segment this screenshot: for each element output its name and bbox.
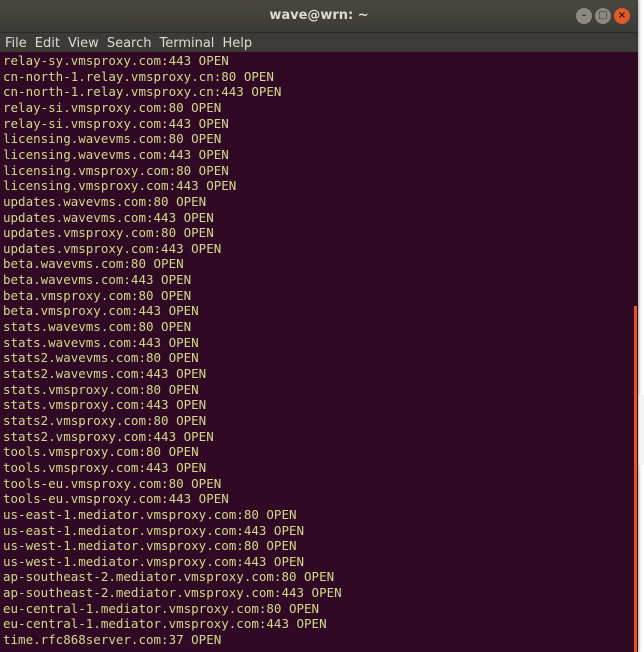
terminal-line: updates.vmsproxy.com:80 OPEN	[3, 225, 214, 241]
terminal-line: updates.wavevms.com:80 OPEN	[3, 193, 207, 209]
terminal-line: cn-north-1.relay.vmsproxy.cn:443 OPEN	[3, 84, 282, 100]
title-bar[interactable]: wave@wrn: ~ – □ ×	[0, 0, 638, 33]
terminal-line: eu-central-1.mediator.vmsproxy.com:80 OP…	[3, 600, 320, 616]
terminal-output[interactable]: relay-sy.vmsproxy.com:443 OPEN cn-north-1…	[0, 52, 634, 652]
terminal-line: beta.wavevms.com:443 OPEN	[3, 272, 192, 288]
terminal-line: updates.wavevms.com:443 OPEN	[3, 209, 214, 225]
terminal-line: licensing.vmsproxy.com:443 OPEN	[3, 178, 237, 194]
terminal-line: tools.vmsproxy.com:80 OPEN	[3, 444, 199, 460]
terminal-line: relay-si.vmsproxy.com:80 OPEN	[3, 99, 222, 115]
terminal-line: tools.vmsproxy.com:443 OPEN	[3, 459, 207, 475]
terminal-line: stats2.wavevms.com:443 OPEN	[3, 366, 207, 381]
terminal-line: us-east-1.mediator.vmsproxy.com:80 OPEN	[3, 506, 297, 522]
terminal-line: beta.vmsproxy.com:80 OPEN	[3, 287, 192, 303]
background-window-edge	[638, 395, 644, 465]
menu-file[interactable]: File	[1, 34, 31, 53]
terminal-line: us-west-1.mediator.vmsproxy.com:443 OPEN	[3, 553, 305, 569]
terminal-line: us-east-1.mediator.vmsproxy.com:443 OPEN	[3, 522, 305, 538]
terminal-line: tools-eu.vmsproxy.com:443 OPEN	[3, 491, 229, 507]
terminal-line: stats.wavevms.com:443 OPEN	[3, 334, 199, 350]
terminal-line: beta.vmsproxy.com:443 OPEN	[3, 303, 199, 319]
menu-terminal[interactable]: Terminal	[155, 34, 218, 53]
terminal-line: licensing.wavevms.com:80 OPEN	[3, 131, 222, 147]
terminal-line: stats.vmsproxy.com:443 OPEN	[3, 397, 207, 413]
terminal-line: stats2.vmsproxy.com:443 OPEN	[3, 428, 214, 444]
terminal-window: wave@wrn: ~ – □ × File Edit View Search …	[0, 0, 638, 652]
terminal-line: ap-southeast-2.mediator.vmsproxy.com:80 …	[3, 569, 335, 585]
terminal-line: stats.vmsproxy.com:80 OPEN	[3, 381, 199, 397]
menu-edit[interactable]: Edit	[31, 34, 64, 53]
terminal-line: tools-eu.vmsproxy.com:80 OPEN	[3, 475, 222, 491]
close-button[interactable]: ×	[614, 8, 630, 24]
terminal-line: eu-central-1.mediator.vmsproxy.com:443 O…	[3, 616, 327, 632]
terminal-line: cn-north-1.relay.vmsproxy.cn:80 OPEN	[3, 68, 274, 84]
terminal-line: us-west-1.mediator.vmsproxy.com:80 OPEN	[3, 538, 297, 554]
menu-help[interactable]: Help	[218, 34, 256, 53]
terminal-line: updates.vmsproxy.com:443 OPEN	[3, 240, 222, 256]
window-title: wave@wrn: ~	[269, 8, 369, 23]
terminal-line: stats2.wavevms.com:80 OPEN	[3, 350, 199, 366]
menu-search[interactable]: Search	[103, 34, 156, 53]
menu-view[interactable]: View	[64, 34, 103, 53]
scrollbar[interactable]	[634, 52, 638, 652]
scrollbar-thumb[interactable]	[634, 306, 637, 652]
window-controls: – □ ×	[576, 8, 630, 24]
minimize-button[interactable]: –	[576, 8, 592, 24]
terminal-line: licensing.wavevms.com:443 OPEN	[3, 146, 229, 162]
terminal-line: beta.wavevms.com:80 OPEN	[3, 256, 184, 272]
terminal-line: ap-southeast-2.mediator.vmsproxy.com:443…	[3, 585, 342, 601]
terminal-line: time.rfc868server.com:37 OPEN	[3, 632, 222, 648]
terminal-line: stats.wavevms.com:80 OPEN	[3, 319, 192, 335]
terminal-line: relay-si.vmsproxy.com:443 OPEN	[3, 115, 229, 131]
maximize-button[interactable]: □	[595, 8, 611, 24]
terminal-line: relay-sy.vmsproxy.com:443 OPEN	[3, 53, 229, 68]
terminal-line: stats2.vmsproxy.com:80 OPEN	[3, 412, 207, 428]
terminal-line: licensing.vmsproxy.com:80 OPEN	[3, 162, 229, 178]
menu-bar: File Edit View Search Terminal Help	[0, 33, 638, 52]
